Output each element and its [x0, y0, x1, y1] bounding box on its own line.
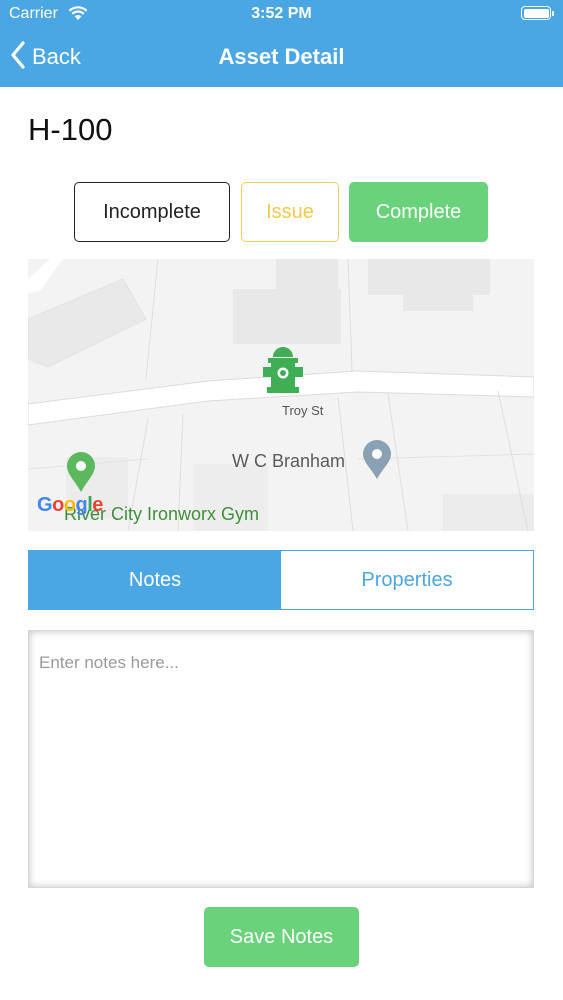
- notes-container: [28, 630, 534, 888]
- complete-button[interactable]: Complete: [349, 182, 488, 242]
- top-bar: Carrier 3:52 PM Back Asset Detail: [0, 0, 563, 87]
- save-notes-button[interactable]: Save Notes: [204, 907, 359, 967]
- street-label: Troy St: [282, 403, 324, 418]
- place-label: W C Branham: [232, 451, 346, 471]
- asset-id-heading: H-100: [28, 112, 113, 147]
- status-bar: Carrier 3:52 PM: [0, 0, 563, 30]
- tab-properties[interactable]: Properties: [281, 551, 533, 609]
- incomplete-button[interactable]: Incomplete: [74, 182, 230, 242]
- status-time: 3:52 PM: [251, 5, 312, 22]
- issue-button[interactable]: Issue: [241, 182, 339, 242]
- tab-notes[interactable]: Notes: [29, 551, 281, 609]
- segmented-tabs: Notes Properties: [28, 550, 534, 610]
- battery-icon: [521, 6, 554, 20]
- google-logo: Google: [37, 494, 103, 516]
- navigation-bar: Back Asset Detail: [0, 30, 563, 87]
- map-view[interactable]: Troy St W C Branham River City Ironworx …: [28, 259, 534, 531]
- notes-input[interactable]: [29, 631, 533, 887]
- page-title: Asset Detail: [218, 44, 345, 69]
